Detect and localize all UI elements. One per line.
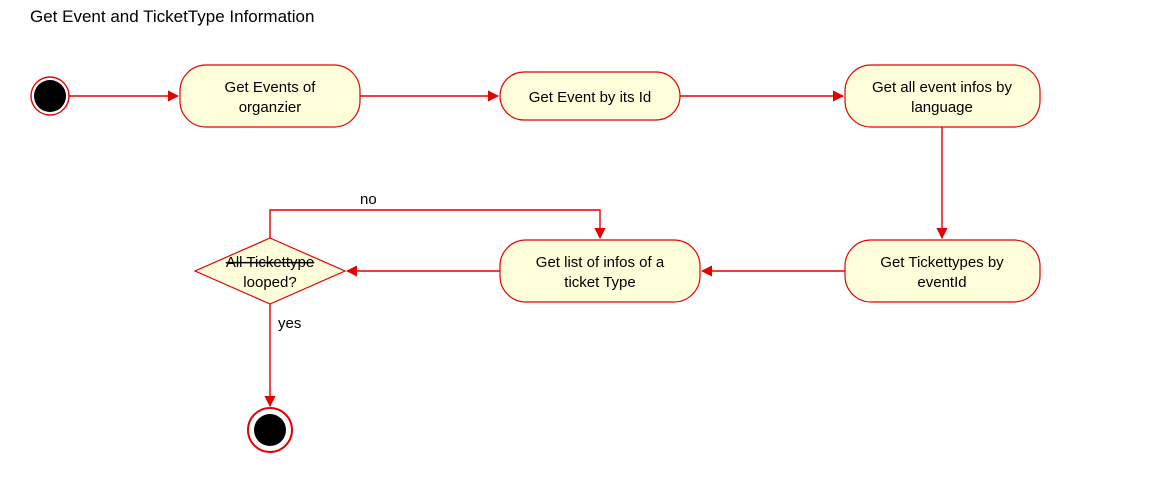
node-label: Get all event infos by <box>872 79 1013 96</box>
start-node <box>31 77 69 115</box>
node-label: organzier <box>239 99 302 116</box>
node-get-tickettypes-by-eventid: Get Tickettypes by eventId <box>845 240 1040 302</box>
node-label: Get Event by its Id <box>529 89 652 106</box>
node-label: language <box>911 99 973 116</box>
end-node <box>248 408 292 452</box>
decision-label: looped? <box>243 274 296 291</box>
node-get-event-infos-by-language: Get all event infos by language <box>845 65 1040 127</box>
edge-label-no: no <box>360 191 377 208</box>
node-get-events-of-organizer: Get Events of organzier <box>180 65 360 127</box>
decision-label: All Tickettype <box>226 254 314 271</box>
node-get-event-by-id: Get Event by its Id <box>500 72 680 120</box>
node-label: Get Events of <box>225 79 317 96</box>
node-label: Get Tickettypes by <box>880 254 1004 271</box>
node-get-ticket-type-infos: Get list of infos of a ticket Type <box>500 240 700 302</box>
edge-label-yes: yes <box>278 315 301 332</box>
node-label: Get list of infos of a <box>536 254 665 271</box>
node-label: eventId <box>917 274 966 291</box>
activity-diagram: Get Event and TicketType Information Get… <box>0 0 1171 501</box>
node-label: ticket Type <box>564 274 635 291</box>
edge-decision-no <box>270 210 600 238</box>
diagram-title: Get Event and TicketType Information <box>30 7 314 26</box>
decision-all-tickettype-looped: All Tickettype looped? <box>195 238 345 304</box>
